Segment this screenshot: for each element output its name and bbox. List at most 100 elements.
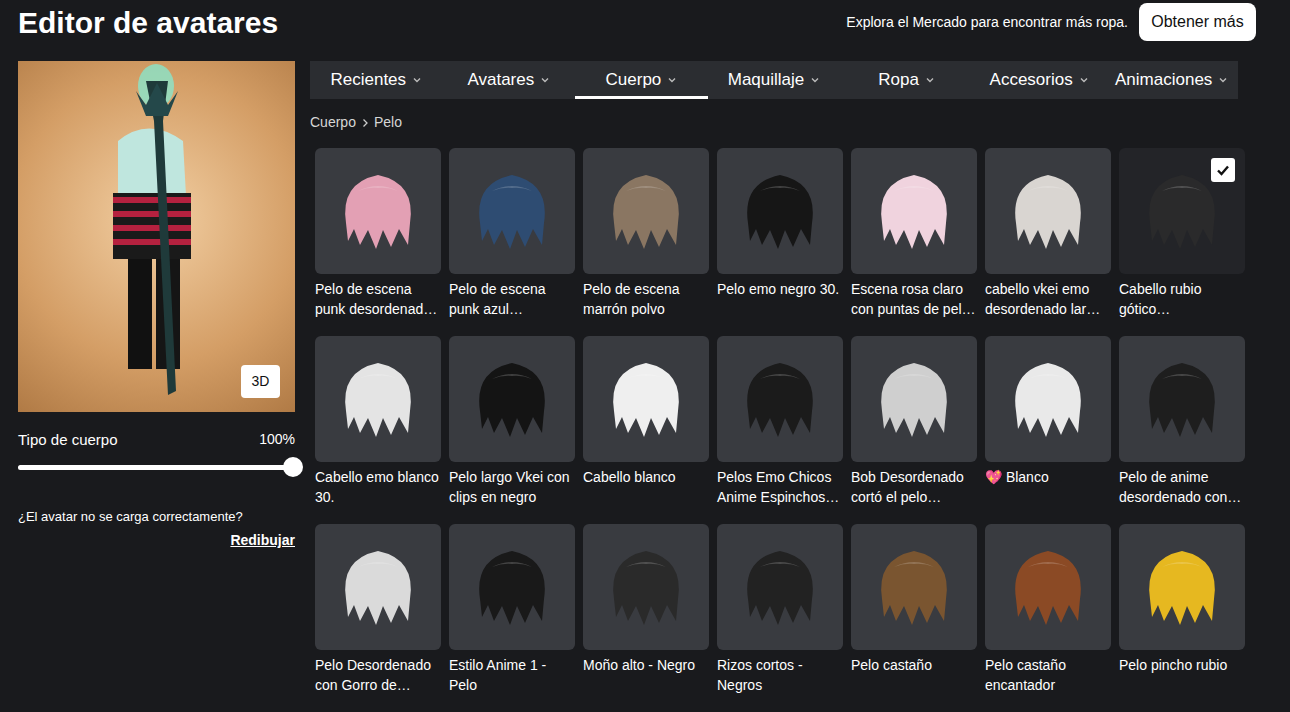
item-name: Pelo castaño encantador [985, 655, 1111, 695]
hair-icon [462, 349, 562, 449]
item-tile[interactable] [717, 524, 843, 650]
item-card[interactable]: Pelo emo negro 30. [717, 148, 843, 319]
item-card[interactable]: Pelo castaño encantador [985, 524, 1111, 695]
preview-panel: 3D Tipo de cuerpo 100% ¿El avatar no se … [18, 61, 295, 695]
chevron-down-icon [810, 75, 820, 85]
item-tile[interactable] [851, 524, 977, 650]
hair-icon [730, 161, 830, 261]
hair-icon [864, 349, 964, 449]
item-tile[interactable] [449, 336, 575, 462]
item-card[interactable]: Rizos cortos - Negros [717, 524, 843, 695]
item-card[interactable]: Pelo de escena punk desordenad… [315, 148, 441, 319]
category-tab[interactable]: Recientes [310, 61, 443, 99]
item-card[interactable]: Moño alto - Negro [583, 524, 709, 695]
item-tile[interactable] [449, 148, 575, 274]
item-name: Pelos Emo Chicos Anime Espinchos… [717, 467, 843, 507]
item-card[interactable]: Pelo largo Vkei con clips en negro [449, 336, 575, 507]
item-card[interactable]: Pelo de escena punk azul… [449, 148, 575, 319]
tab-label: Maquillaje [728, 67, 805, 93]
item-tile[interactable] [717, 148, 843, 274]
chevron-down-icon [540, 75, 550, 85]
avatar-icon [18, 61, 295, 412]
chevron-down-icon [412, 75, 422, 85]
breadcrumb-item[interactable]: Pelo [374, 112, 402, 133]
slider-thumb[interactable] [283, 457, 303, 477]
breadcrumb-item[interactable]: Cuerpo [310, 112, 356, 133]
tab-label: Animaciones [1115, 67, 1212, 93]
item-name: Pelo de escena marrón polvo [583, 279, 709, 319]
item-grid: Pelo de escena punk desordenad…Pelo de e… [310, 148, 1250, 695]
tab-label: Ropa [878, 67, 919, 93]
item-card[interactable]: Bob Desordenado cortó el pelo… [851, 336, 977, 507]
item-name: Pelo de escena punk desordenad… [315, 279, 441, 319]
item-tile[interactable] [315, 148, 441, 274]
chevron-down-icon [925, 75, 935, 85]
body-type-label: Tipo de cuerpo [18, 429, 118, 452]
item-card[interactable]: Cabello rubio gótico… [1119, 148, 1245, 319]
hair-icon [596, 161, 696, 261]
item-name: Cabello blanco [583, 467, 709, 507]
category-tab[interactable]: Cuerpo [575, 61, 708, 99]
selected-underline [575, 96, 708, 99]
item-tile[interactable] [315, 336, 441, 462]
item-card[interactable]: Pelo pincho rubio [1119, 524, 1245, 695]
item-tile[interactable] [1119, 148, 1245, 274]
tab-label: Recientes [330, 67, 406, 93]
category-tab[interactable]: Accesorios [973, 61, 1106, 99]
item-tile[interactable] [851, 336, 977, 462]
item-tile[interactable] [449, 524, 575, 650]
redraw-link[interactable]: Redibujar [230, 530, 295, 551]
hair-icon [462, 537, 562, 637]
help-text: ¿El avatar no se carga correctamente? [18, 507, 295, 527]
hair-icon [864, 161, 964, 261]
body-type-slider[interactable] [18, 465, 293, 470]
item-tile[interactable] [851, 148, 977, 274]
page-header: Editor de avatares Explora el Mercado pa… [0, 0, 1290, 44]
item-card[interactable]: Pelo de anime desordenado con… [1119, 336, 1245, 507]
item-name: Cabello rubio gótico… [1119, 279, 1245, 319]
item-card[interactable]: Pelo castaño [851, 524, 977, 695]
item-card[interactable]: 💖 Blanco [985, 336, 1111, 507]
hair-icon [998, 161, 1098, 261]
chevron-down-icon [667, 75, 677, 85]
item-tile[interactable] [985, 336, 1111, 462]
item-tile[interactable] [717, 336, 843, 462]
item-name: Estilo Anime 1 - Pelo [449, 655, 575, 695]
view-3d-button[interactable]: 3D [241, 365, 280, 398]
item-name: Pelo pincho rubio [1119, 655, 1245, 695]
item-card[interactable]: Estilo Anime 1 - Pelo [449, 524, 575, 695]
category-tab[interactable]: Maquillaje [708, 61, 841, 99]
item-tile[interactable] [1119, 336, 1245, 462]
item-card[interactable]: Pelo Desordenado con Gorro de… [315, 524, 441, 695]
get-more-button[interactable]: Obtener más [1139, 3, 1256, 41]
promo-text: Explora el Mercado para encontrar más ro… [846, 12, 1128, 33]
item-tile[interactable] [985, 148, 1111, 274]
breadcrumb: Cuerpo Pelo [310, 112, 1250, 133]
item-card[interactable]: Pelo de escena marrón polvo [583, 148, 709, 319]
item-name: Cabello emo blanco 30. [315, 467, 441, 507]
checked-badge [1211, 158, 1235, 182]
item-card[interactable]: Cabello emo blanco 30. [315, 336, 441, 507]
item-tile[interactable] [583, 524, 709, 650]
avatar-preview[interactable]: 3D [18, 61, 295, 412]
item-card[interactable]: cabello vkei emo desordenado lar… [985, 148, 1111, 319]
page-title: Editor de avatares [18, 6, 278, 38]
item-tile[interactable] [1119, 524, 1245, 650]
item-tile[interactable] [583, 148, 709, 274]
hair-icon [328, 161, 428, 261]
hair-icon [730, 349, 830, 449]
body-type-reading: 100% [259, 429, 295, 452]
item-name: Bob Desordenado cortó el pelo… [851, 467, 977, 507]
hair-icon [1132, 537, 1232, 637]
item-card[interactable]: Cabello blanco [583, 336, 709, 507]
category-tab[interactable]: Ropa [840, 61, 973, 99]
item-tile[interactable] [985, 524, 1111, 650]
item-name: cabello vkei emo desordenado lar… [985, 279, 1111, 319]
category-tab[interactable]: Animaciones [1105, 61, 1238, 99]
category-tab[interactable]: Avatares [443, 61, 576, 99]
chevron-down-icon [1079, 75, 1089, 85]
item-card[interactable]: Pelos Emo Chicos Anime Espinchos… [717, 336, 843, 507]
item-tile[interactable] [315, 524, 441, 650]
item-card[interactable]: Escena rosa claro con puntas de pel… [851, 148, 977, 319]
item-tile[interactable] [583, 336, 709, 462]
